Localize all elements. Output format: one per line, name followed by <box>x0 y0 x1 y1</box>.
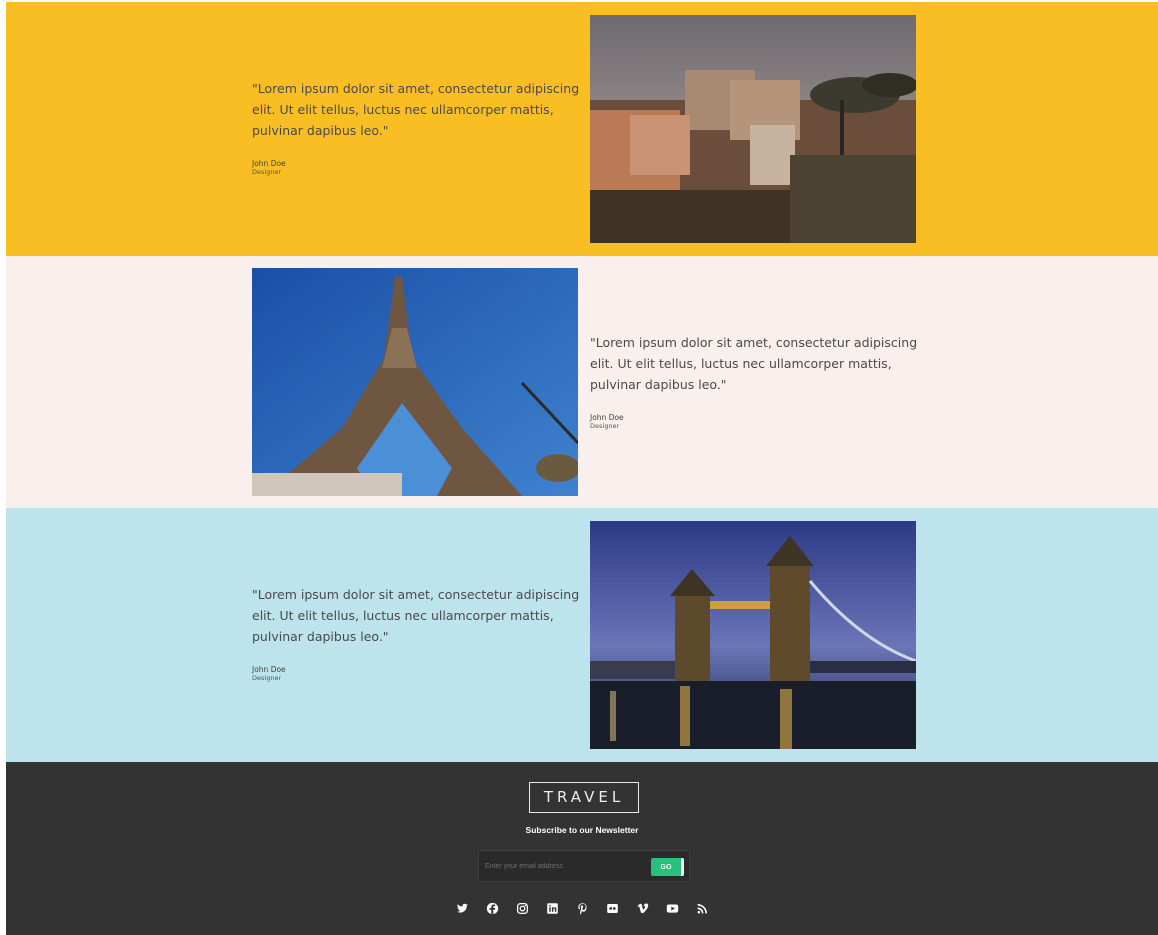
testimonial-london: "Lorem ipsum dolor sit amet, consectetur… <box>6 508 1158 762</box>
instagram-icon[interactable] <box>514 900 530 916</box>
testimonial-quote: "Lorem ipsum dolor sit amet, consectetur… <box>590 335 918 392</box>
facebook-icon[interactable] <box>484 900 500 916</box>
linkedin-icon[interactable] <box>544 900 560 916</box>
travel-logo[interactable]: TRAVEL <box>529 782 639 813</box>
paris-eiffel-tower-photo <box>252 268 578 496</box>
testimonial-quote: "Lorem ipsum dolor sit amet, consectetur… <box>252 81 580 138</box>
site-footer: TRAVEL Subscribe to our Newsletter GO <box>6 762 1158 935</box>
vimeo-icon[interactable] <box>634 900 650 916</box>
testimonial-author: John Doe <box>590 413 624 422</box>
flickr-icon[interactable] <box>604 900 620 916</box>
testimonial-role: Designer <box>252 168 282 176</box>
testimonial-author: John Doe <box>252 665 286 674</box>
rome-colosseum-photo <box>590 15 916 243</box>
email-input[interactable] <box>485 856 645 876</box>
testimonial-author: John Doe <box>252 159 286 168</box>
newsletter-form: GO <box>478 850 690 882</box>
testimonial-role: Designer <box>590 422 620 430</box>
youtube-icon[interactable] <box>664 900 680 916</box>
london-tower-bridge-photo <box>590 521 916 749</box>
social-links <box>6 900 1158 916</box>
rss-icon[interactable] <box>694 900 710 916</box>
testimonial-role: Designer <box>252 674 282 682</box>
testimonial-paris: "Lorem ipsum dolor sit amet, consectetur… <box>6 256 1158 508</box>
go-button[interactable]: GO <box>651 858 684 876</box>
pinterest-icon[interactable] <box>574 900 590 916</box>
twitter-icon[interactable] <box>454 900 470 916</box>
newsletter-title: Subscribe to our Newsletter <box>525 825 639 835</box>
testimonial-quote: "Lorem ipsum dolor sit amet, consectetur… <box>252 587 580 644</box>
testimonial-rome: "Lorem ipsum dolor sit amet, consectetur… <box>6 2 1158 256</box>
